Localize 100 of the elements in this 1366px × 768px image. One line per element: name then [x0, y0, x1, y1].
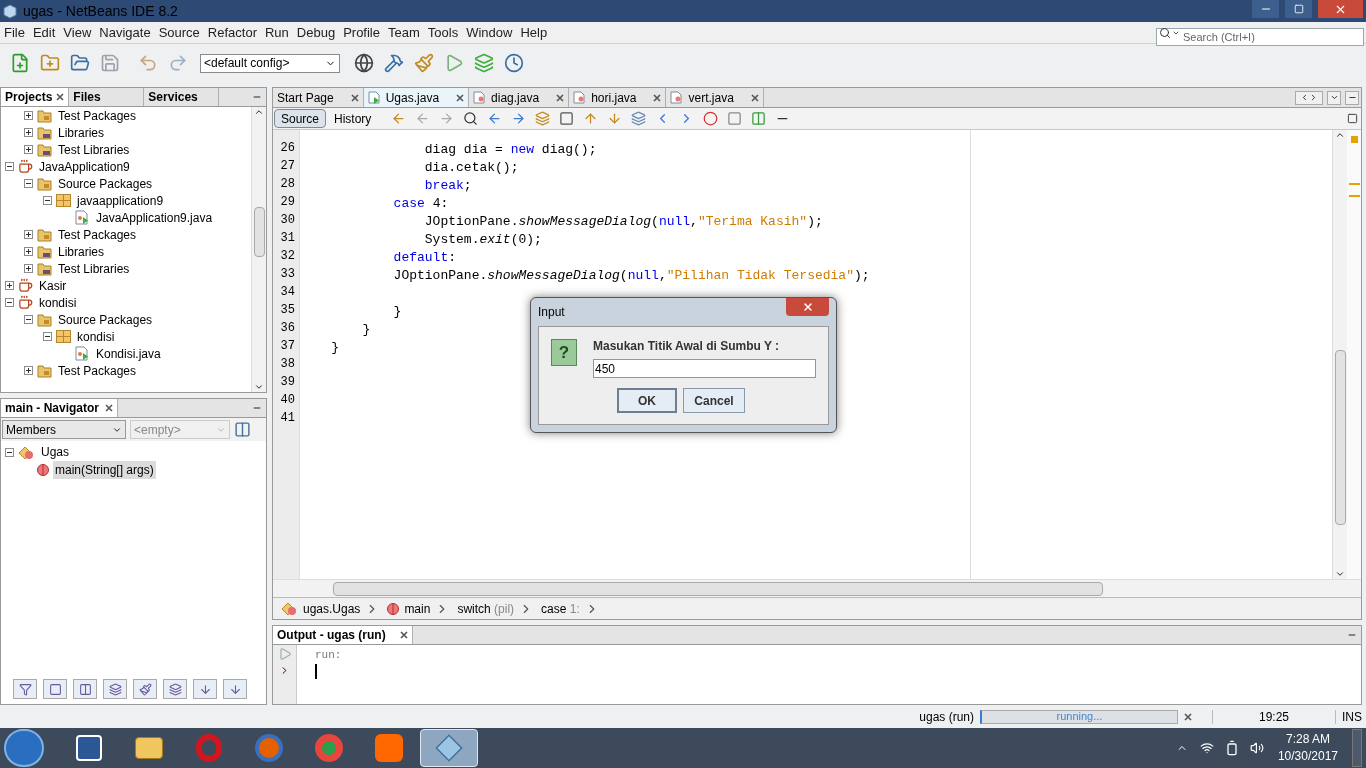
expand-icon[interactable]	[24, 366, 33, 375]
panel-tab[interactable]: main - Navigator	[1, 399, 119, 417]
selection-icon[interactable]	[558, 111, 574, 126]
collapse-icon[interactable]	[43, 196, 52, 205]
menu-item[interactable]: Source	[158, 22, 200, 43]
clock-time[interactable]: 7:28 AM	[1285, 731, 1330, 748]
menu-item[interactable]: Profile	[343, 22, 380, 43]
breadcrumb-item[interactable]: main	[404, 599, 431, 618]
expand-icon[interactable]	[5, 281, 14, 290]
minimize-button[interactable]	[1252, 0, 1279, 18]
close-icon[interactable]	[750, 93, 759, 102]
scroll-tabs-button[interactable]	[1295, 90, 1323, 105]
search-field[interactable]: Search (Ctrl+I)	[1156, 27, 1364, 46]
tree-item[interactable]: Test Libraries	[56, 140, 132, 159]
tree-item[interactable]: Test Packages	[56, 107, 139, 125]
menu-item[interactable]: Navigate	[99, 22, 151, 43]
find-previous-icon[interactable]	[486, 111, 502, 126]
horizontal-scrollbar[interactable]	[333, 581, 1103, 596]
breadcrumb-item[interactable]: case 1:	[541, 599, 580, 618]
menu-item[interactable]: Help	[520, 22, 548, 43]
tree-item[interactable]: javaapplication9	[75, 191, 166, 210]
next-bookmark-icon[interactable]	[606, 111, 622, 126]
close-icon[interactable]	[653, 93, 662, 102]
breadcrumb-item[interactable]: switch (pil)	[457, 599, 515, 618]
menu-item[interactable]: Run	[264, 22, 289, 43]
close-button[interactable]	[786, 298, 829, 316]
close-icon[interactable]	[350, 93, 359, 102]
maximize-button[interactable]	[1345, 90, 1359, 105]
clock-date[interactable]: 10/30/2017	[1277, 748, 1338, 765]
tree-item[interactable]: kondisi	[75, 327, 117, 346]
editor-tab[interactable]: Ugas.java	[363, 88, 470, 107]
expand-icon[interactable]	[24, 247, 33, 256]
close-icon[interactable]	[56, 93, 65, 101]
previous-bookmark-icon[interactable]	[582, 111, 598, 126]
vertical-scrollbar[interactable]	[251, 107, 266, 392]
collapse-icon[interactable]	[24, 315, 33, 324]
menu-item[interactable]: View	[63, 22, 92, 43]
tree-item[interactable]: Source Packages	[56, 310, 155, 329]
expand-icon[interactable]	[24, 230, 33, 239]
filter-toggle-icon[interactable]	[13, 679, 37, 699]
tree-item[interactable]: JavaApplication9.java	[94, 208, 215, 227]
tree-item[interactable]: Kondisi.java	[94, 344, 163, 363]
signal-icon[interactable]	[1199, 741, 1214, 755]
menu-item[interactable]: Window	[466, 22, 513, 43]
volume-icon[interactable]	[1249, 741, 1264, 755]
clean-build-icon[interactable]	[414, 53, 434, 73]
record-icon[interactable]	[702, 111, 718, 126]
scroll-up-icon[interactable]	[254, 107, 264, 117]
close-icon[interactable]	[105, 404, 114, 412]
close-icon[interactable]	[556, 93, 565, 102]
tree-item[interactable]: Ugas	[39, 443, 71, 461]
filter-toggle-icon[interactable]	[223, 679, 247, 699]
config-dropdown[interactable]: <default config>	[200, 53, 340, 73]
scroll-up-icon[interactable]	[1335, 130, 1345, 140]
tree-item[interactable]: Libraries	[56, 123, 107, 142]
filter-toggle-icon[interactable]	[103, 679, 127, 699]
scroll-down-icon[interactable]	[254, 382, 264, 392]
collapse-icon[interactable]	[5, 298, 14, 307]
tree-item[interactable]: Test Packages	[56, 361, 139, 380]
tree-item[interactable]: main(String[] args)	[53, 461, 156, 479]
scrollbar-thumb[interactable]	[253, 207, 265, 257]
menu-item[interactable]: Debug	[296, 22, 336, 43]
view-tab[interactable]: History	[328, 109, 378, 128]
open-folder-icon[interactable]	[70, 53, 90, 73]
tree-item[interactable]: Libraries	[56, 242, 107, 261]
panel-tab[interactable]: Projects	[1, 88, 70, 106]
filter-toggle-icon[interactable]	[133, 679, 157, 699]
expand-icon[interactable]	[24, 145, 33, 154]
tree-item[interactable]: Test Libraries	[56, 259, 132, 278]
split-icon[interactable]	[1346, 113, 1358, 124]
tab-list-button[interactable]	[1327, 90, 1341, 105]
filter-toggle-icon[interactable]	[163, 679, 187, 699]
menu-item[interactable]: Refactor	[207, 22, 257, 43]
dialog-button[interactable]: OK	[617, 388, 677, 413]
close-icon[interactable]	[456, 93, 465, 102]
cancel-task-icon[interactable]	[1184, 712, 1192, 721]
expand-icon[interactable]	[24, 128, 33, 137]
globe-icon[interactable]	[354, 53, 374, 73]
menu-item[interactable]: Edit	[32, 22, 56, 43]
breadcrumb-item[interactable]: ugas.Ugas	[303, 599, 361, 618]
filter-toggle-icon[interactable]	[193, 679, 217, 699]
panel-tab[interactable]: Output - ugas (run)	[273, 626, 413, 644]
menu-item[interactable]: Team	[388, 22, 420, 43]
expand-icon[interactable]	[24, 264, 33, 273]
taskbar-app[interactable]	[420, 729, 478, 767]
panel-view-icon[interactable]	[234, 421, 251, 438]
find-next-icon[interactable]	[510, 111, 526, 126]
profile-icon[interactable]	[504, 53, 524, 73]
menu-item[interactable]: File	[4, 22, 25, 43]
new-file-icon[interactable]	[10, 53, 30, 73]
collapse-icon[interactable]	[5, 447, 14, 457]
expand-icon[interactable]	[24, 111, 33, 120]
start-button[interactable]	[4, 729, 44, 767]
collapse-icon[interactable]	[24, 179, 33, 188]
members-dropdown[interactable]: Members	[2, 420, 126, 439]
tree-item[interactable]: Kasir	[37, 276, 69, 295]
scrollbar-thumb[interactable]	[1334, 350, 1346, 525]
view-tab[interactable]: Source	[274, 109, 327, 128]
dialog-button[interactable]: Cancel	[683, 388, 745, 413]
new-folder-icon[interactable]	[40, 53, 60, 73]
